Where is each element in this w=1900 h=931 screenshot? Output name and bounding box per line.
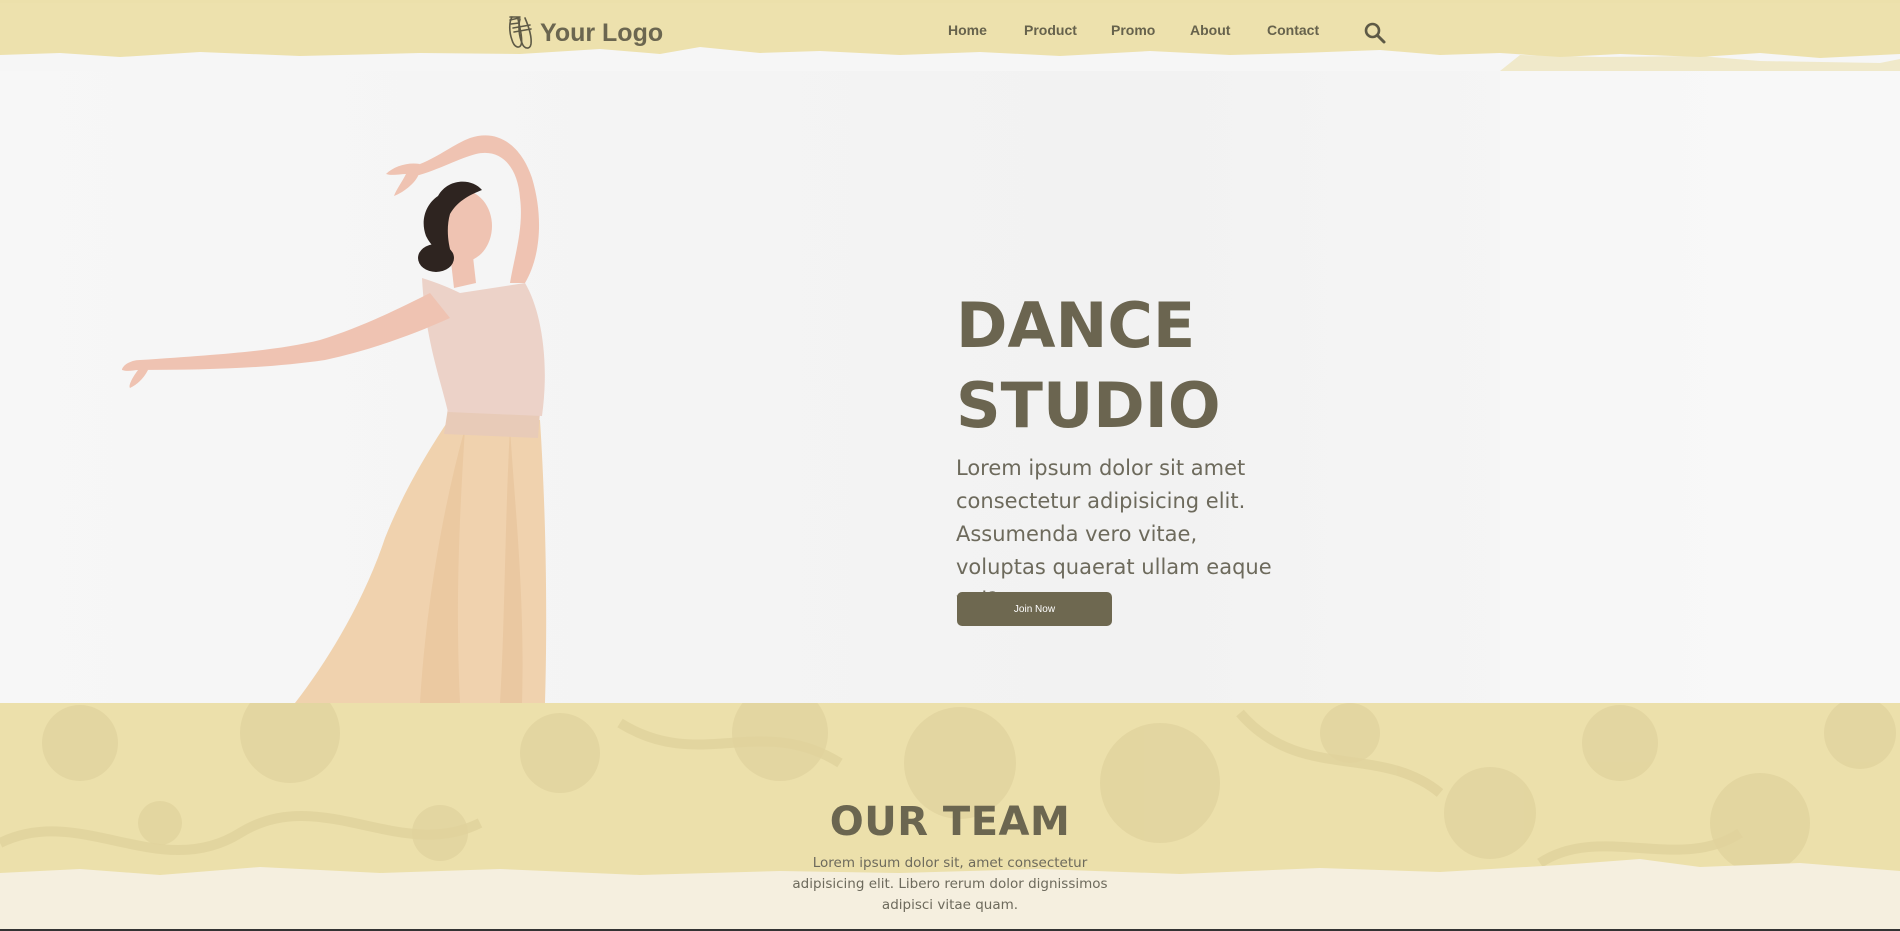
site-header: Your Logo Home Product Promo About Conta…: [0, 0, 1900, 71]
hero-section: DANCE STUDIO Lorem ipsum dolor sit amet …: [0, 66, 1900, 703]
hero-title-line-1: DANCE: [956, 289, 1196, 362]
join-now-button[interactable]: Join Now: [957, 592, 1112, 626]
nav-contact[interactable]: Contact: [1267, 22, 1319, 38]
search-icon: [1364, 22, 1386, 44]
nav-promo[interactable]: Promo: [1111, 22, 1155, 38]
hero-title: DANCE STUDIO: [956, 286, 1376, 446]
nav-about[interactable]: About: [1190, 22, 1230, 38]
team-title: OUR TEAM: [829, 799, 1071, 845]
team-description: Lorem ipsum dolor sit, amet consectetur …: [792, 855, 1108, 913]
nav-home[interactable]: Home: [948, 22, 987, 38]
hero-title-line-2: STUDIO: [956, 369, 1221, 442]
team-section: OUR TEAM Lorem ipsum dolor sit, amet con…: [0, 703, 1900, 931]
main-nav: Home Product Promo About Contact: [0, 22, 1900, 42]
header-brush-edge: [0, 47, 1900, 71]
hero-background-band: [1500, 66, 1900, 703]
search-button[interactable]: [1363, 21, 1387, 45]
nav-product[interactable]: Product: [1024, 22, 1077, 38]
dancer-image: [122, 135, 547, 703]
